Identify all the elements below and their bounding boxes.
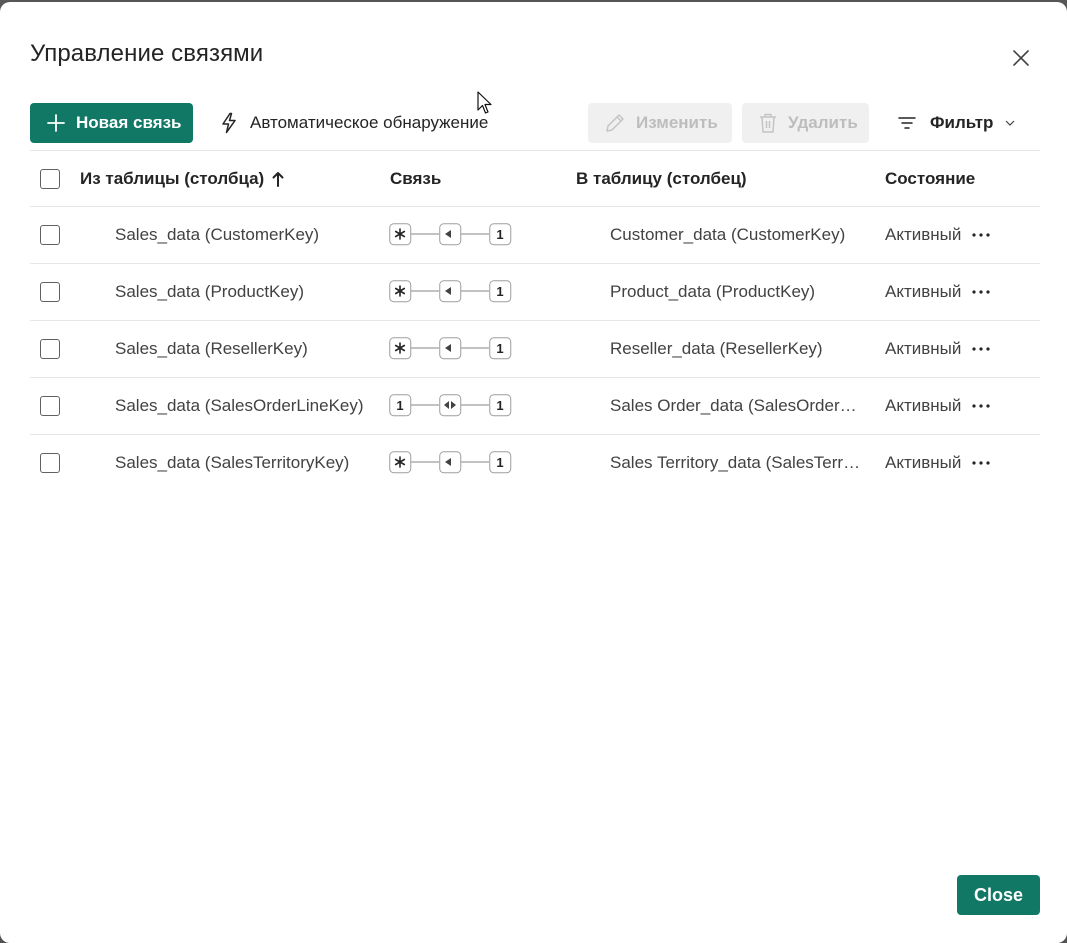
table-row[interactable]: Sales_data (CustomerKey) 1 Customer_data (… <box>30 206 1040 263</box>
row-to-table: Sales Order_data (SalesOrderLi... <box>610 378 865 434</box>
row-from-table: Sales_data (SalesOrderLineKey) <box>115 396 364 415</box>
arrow-up-icon <box>272 171 284 187</box>
row-from-table: Sales_data (SalesTerritoryKey) <box>115 453 350 472</box>
row-to-table: Reseller_data (ResellerKey) <box>610 321 865 377</box>
column-header-to[interactable]: В таблицу (столбец) <box>576 151 747 206</box>
column-header-from-label: Из таблицы (столбца) <box>80 168 265 188</box>
row-to-table-label: Sales Territory_data (SalesTerrit... <box>610 453 862 472</box>
column-header-state[interactable]: Состояние <box>885 151 975 206</box>
row-state: Активный <box>885 396 962 415</box>
row-to-table-label: Product_data (ProductKey) <box>610 282 816 301</box>
lightning-icon <box>220 112 238 134</box>
row-to-table: Product_data (ProductKey) <box>610 264 865 320</box>
row-checkbox[interactable] <box>40 264 60 320</box>
plus-icon <box>46 113 66 133</box>
row-to-table-label: Reseller_data (ResellerKey) <box>610 339 823 358</box>
svg-text:1: 1 <box>496 284 503 299</box>
row-from-table: Sales_data (CustomerKey) <box>115 225 320 244</box>
new-relationship-label: Новая связь <box>76 113 182 132</box>
more-icon[interactable] <box>970 435 992 491</box>
auto-detect-label: Автоматическое обнаружение <box>250 113 489 132</box>
more-icon[interactable] <box>970 321 992 377</box>
row-checkbox[interactable] <box>40 435 60 491</box>
column-header-from[interactable]: Из таблицы (столбца) <box>80 151 284 206</box>
row-state: Активный <box>885 453 962 472</box>
close-button[interactable]: Close <box>957 875 1040 915</box>
row-from-table: Sales_data (ResellerKey) <box>115 339 308 358</box>
row-state: Активный <box>885 282 962 301</box>
row-state: Активный <box>885 225 962 244</box>
chevron-down-icon <box>1005 120 1015 126</box>
svg-text:1: 1 <box>496 398 503 413</box>
edit-button[interactable]: Изменить <box>588 103 732 143</box>
table-row[interactable]: Sales_data (SalesTerritoryKey) 1 Sales Ter… <box>30 434 1040 491</box>
trash-icon <box>758 112 778 134</box>
row-to-table: Sales Territory_data (SalesTerrit... <box>610 435 865 491</box>
delete-button[interactable]: Удалить <box>742 103 869 143</box>
dialog-title: Управление связями <box>30 40 264 67</box>
svg-text:1: 1 <box>496 227 503 242</box>
column-header-relationship[interactable]: Связь <box>390 151 441 206</box>
auto-detect-button[interactable]: Автоматическое обнаружение <box>212 103 496 143</box>
relationship-cardinality-icon: 1 <box>389 264 513 320</box>
mouse-cursor-icon <box>477 91 493 120</box>
relationships-table: Из таблицы (столбца) Связь В таблицу (ст… <box>30 150 1040 491</box>
edit-label: Изменить <box>636 113 718 132</box>
relationship-cardinality-icon: 1 <box>389 321 513 377</box>
row-from-table: Sales_data (ProductKey) <box>115 282 304 301</box>
table-body: Sales_data (CustomerKey) 1 Customer_data (… <box>30 206 1040 491</box>
row-checkbox[interactable] <box>40 378 60 434</box>
table-row[interactable]: Sales_data (ProductKey) 1 Product_data (Pr… <box>30 263 1040 320</box>
relationship-cardinality-icon: 1 <box>389 435 513 491</box>
relationship-cardinality-icon: 11 <box>389 378 513 434</box>
table-row[interactable]: Sales_data (SalesOrderLineKey) 1 1 Sales Or… <box>30 377 1040 434</box>
row-to-table: Customer_data (CustomerKey) <box>610 207 865 263</box>
table-row[interactable]: Sales_data (ResellerKey) 1 Reseller_data (… <box>30 320 1040 377</box>
relationship-cardinality-icon: 1 <box>389 207 513 263</box>
row-to-table-label: Customer_data (CustomerKey) <box>610 225 846 244</box>
row-state: Активный <box>885 339 962 358</box>
table-header: Из таблицы (столбца) Связь В таблицу (ст… <box>30 150 1040 206</box>
close-icon[interactable] <box>1008 45 1034 71</box>
delete-label: Удалить <box>788 113 858 132</box>
filter-icon <box>898 116 916 130</box>
svg-text:1: 1 <box>496 455 503 470</box>
svg-text:1: 1 <box>396 398 403 413</box>
manage-relationships-dialog: Управление связями Новая связь Автоматич… <box>0 2 1067 943</box>
row-checkbox[interactable] <box>40 207 60 263</box>
filter-label: Фильтр <box>930 113 994 132</box>
select-all-checkbox[interactable] <box>40 151 60 206</box>
row-to-table-label: Sales Order_data (SalesOrderLi... <box>610 396 862 415</box>
svg-text:1: 1 <box>496 341 503 356</box>
row-checkbox[interactable] <box>40 321 60 377</box>
more-icon[interactable] <box>970 264 992 320</box>
new-relationship-button[interactable]: Новая связь <box>30 103 193 143</box>
filter-button[interactable]: Фильтр <box>888 103 1025 143</box>
more-icon[interactable] <box>970 207 992 263</box>
more-icon[interactable] <box>970 378 992 434</box>
pencil-icon <box>604 112 626 134</box>
